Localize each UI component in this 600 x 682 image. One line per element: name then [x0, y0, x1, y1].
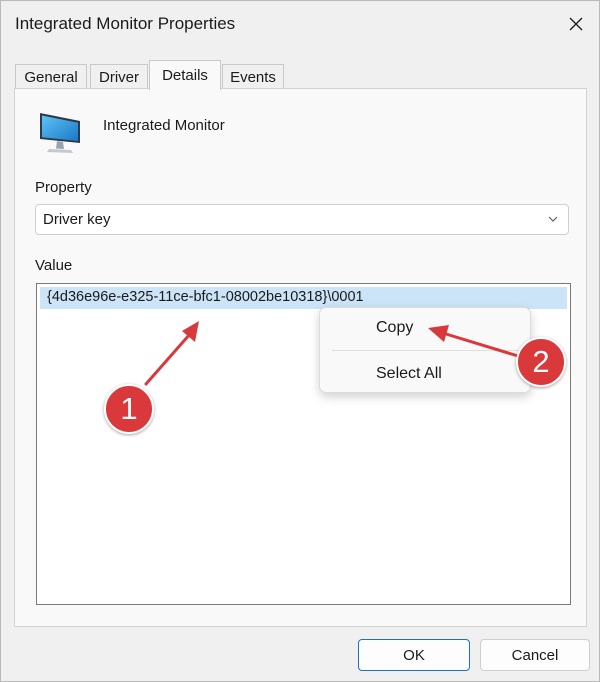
cancel-button[interactable]: Cancel — [480, 639, 590, 671]
tab-driver[interactable]: Driver — [90, 64, 148, 89]
menu-item-copy[interactable]: Copy — [376, 319, 413, 337]
property-selected-value: Driver key — [43, 211, 111, 228]
value-row-selected[interactable]: {4d36e96e-e325-11ce-bfc1-08002be10318}\0… — [40, 287, 567, 309]
tab-events[interactable]: Events — [222, 64, 284, 89]
chevron-down-icon — [548, 216, 558, 222]
value-text: {4d36e96e-e325-11ce-bfc1-08002be10318}\0… — [47, 289, 364, 305]
device-name: Integrated Monitor — [103, 117, 225, 134]
annotation-marker-1: 1 — [104, 384, 154, 434]
menu-separator — [332, 350, 520, 351]
tab-general[interactable]: General — [15, 64, 87, 89]
close-icon — [569, 17, 583, 31]
tab-details[interactable]: Details — [149, 60, 221, 90]
window-title: Integrated Monitor Properties — [15, 14, 236, 33]
monitor-icon — [40, 113, 80, 153]
annotation-marker-2: 2 — [516, 337, 566, 387]
close-button[interactable] — [553, 1, 599, 47]
property-label: Property — [35, 179, 92, 196]
properties-dialog: Integrated Monitor Properties General Dr… — [0, 0, 600, 682]
property-dropdown[interactable]: Driver key — [35, 204, 569, 235]
ok-button[interactable]: OK — [358, 639, 470, 671]
menu-item-select-all[interactable]: Select All — [376, 365, 442, 383]
title-bar: Integrated Monitor Properties — [1, 1, 599, 47]
value-label: Value — [35, 257, 73, 274]
context-menu: Copy Select All — [319, 307, 531, 393]
